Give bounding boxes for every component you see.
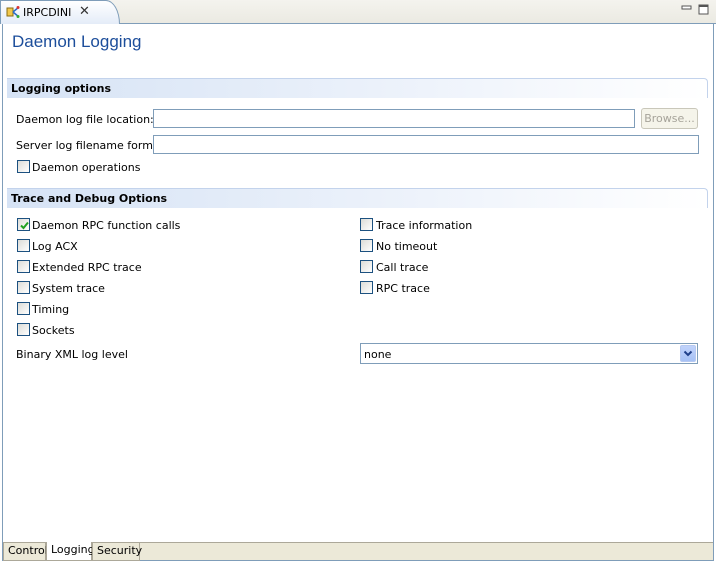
browse-button[interactable]: Browse...	[641, 108, 698, 129]
log-acx-label: Log ACX	[32, 240, 78, 253]
timing-label: Timing	[32, 303, 70, 316]
daemon-operations-checkbox[interactable]	[17, 160, 30, 173]
no-timeout-label: No timeout	[376, 240, 438, 253]
trace-options-title: Trace and Debug Options	[11, 192, 168, 205]
filename-format-input[interactable]	[153, 135, 699, 154]
editor-tab-bar: IRPCDINI ✕	[0, 0, 716, 24]
log-file-location-input[interactable]	[153, 109, 635, 128]
checkmark-icon	[20, 221, 29, 230]
system-trace-label: System trace	[32, 282, 105, 295]
tab-security[interactable]: Security	[92, 543, 142, 561]
call-trace-label: Call trace	[376, 261, 429, 274]
daemon-operations-label: Daemon operations	[32, 161, 141, 174]
tab-logging[interactable]: Logging	[46, 542, 95, 561]
close-icon[interactable]: ✕	[79, 4, 90, 19]
trace-information-label: Trace information	[376, 219, 473, 232]
logging-options-header[interactable]: Logging options	[7, 78, 708, 98]
timing-checkbox[interactable]	[17, 302, 30, 315]
log-file-location-label: Daemon log file location:	[16, 113, 154, 126]
call-trace-checkbox[interactable]	[360, 260, 373, 273]
rpc-trace-checkbox[interactable]	[360, 281, 373, 294]
chevron-down-icon[interactable]	[680, 345, 696, 362]
editor-window: IRPCDINI ✕ Daemon Logging Logging option…	[0, 0, 716, 563]
rpc-trace-label: RPC trace	[376, 282, 430, 295]
sockets-label: Sockets	[32, 324, 75, 337]
daemon-file-icon	[6, 5, 20, 19]
tab-control[interactable]: Control	[3, 543, 48, 561]
trace-options-header[interactable]: Trace and Debug Options	[7, 188, 708, 208]
page-title: Daemon Logging	[12, 32, 142, 51]
page-tab-bar: Control Logging Security	[3, 542, 713, 561]
binary-xml-log-level-label: Binary XML log level	[16, 348, 128, 361]
editor-tab-title: IRPCDINI	[23, 6, 72, 19]
filename-format-label: Server log filename format:	[16, 139, 168, 152]
minimize-icon[interactable]	[681, 4, 693, 16]
extended-rpc-trace-checkbox[interactable]	[17, 260, 30, 273]
log-acx-checkbox[interactable]	[17, 239, 30, 252]
editor-tab-irpcdini[interactable]: IRPCDINI ✕	[0, 0, 120, 24]
logging-options-title: Logging options	[11, 82, 112, 95]
daemon-rpc-calls-label: Daemon RPC function calls	[32, 219, 181, 232]
daemon-rpc-calls-checkbox[interactable]	[17, 218, 30, 231]
binary-xml-log-level-select[interactable]: none	[360, 343, 698, 364]
system-trace-checkbox[interactable]	[17, 281, 30, 294]
binary-xml-log-level-value: none	[364, 348, 392, 361]
extended-rpc-trace-label: Extended RPC trace	[32, 261, 142, 274]
editor-body	[2, 24, 714, 561]
trace-information-checkbox[interactable]	[360, 218, 373, 231]
no-timeout-checkbox[interactable]	[360, 239, 373, 252]
sockets-checkbox[interactable]	[17, 323, 30, 336]
maximize-icon[interactable]	[698, 4, 710, 16]
